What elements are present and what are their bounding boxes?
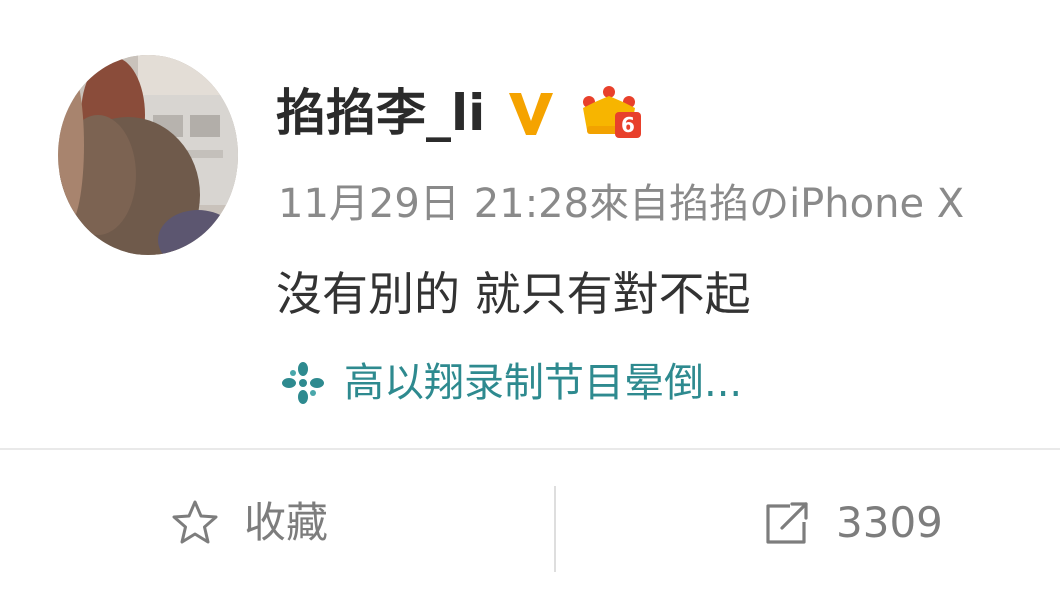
favorite-label: 收藏: [244, 498, 329, 547]
crown-level-badge-icon[interactable]: 6: [579, 82, 643, 144]
star-outline-icon: [172, 500, 218, 544]
share-arrow-icon: [766, 502, 808, 544]
weibo-post-card: 掐掐李_li 6 11月29日 21:28來自掐掐のiPhone X 沒有別的 就…: [0, 0, 1060, 596]
username[interactable]: 掐掐李_li: [276, 78, 485, 148]
post-date[interactable]: 11月29日: [278, 181, 460, 227]
action-separator: [554, 486, 556, 572]
topic-link[interactable]: 高以翔录制节目晕倒...: [280, 355, 742, 411]
share-count: 3309: [836, 498, 943, 547]
share-button[interactable]: 3309: [760, 450, 943, 596]
avatar[interactable]: [58, 55, 238, 255]
pinwheel-icon: [282, 362, 324, 404]
action-bar: 收藏 3309: [0, 450, 1060, 596]
post-meta: 11月29日 21:28來自掐掐のiPhone X: [278, 176, 964, 232]
member-level-number: 6: [621, 113, 635, 137]
post-content: 沒有別的 就只有對不起: [276, 267, 751, 321]
verified-v-icon: [509, 93, 554, 135]
topic-text[interactable]: 高以翔录制节目晕倒...: [344, 355, 742, 411]
user-header: 掐掐李_li 6: [276, 78, 643, 148]
favorite-button[interactable]: 收藏: [168, 450, 328, 596]
post-time-source[interactable]: 21:28來自掐掐のiPhone X: [474, 181, 964, 227]
